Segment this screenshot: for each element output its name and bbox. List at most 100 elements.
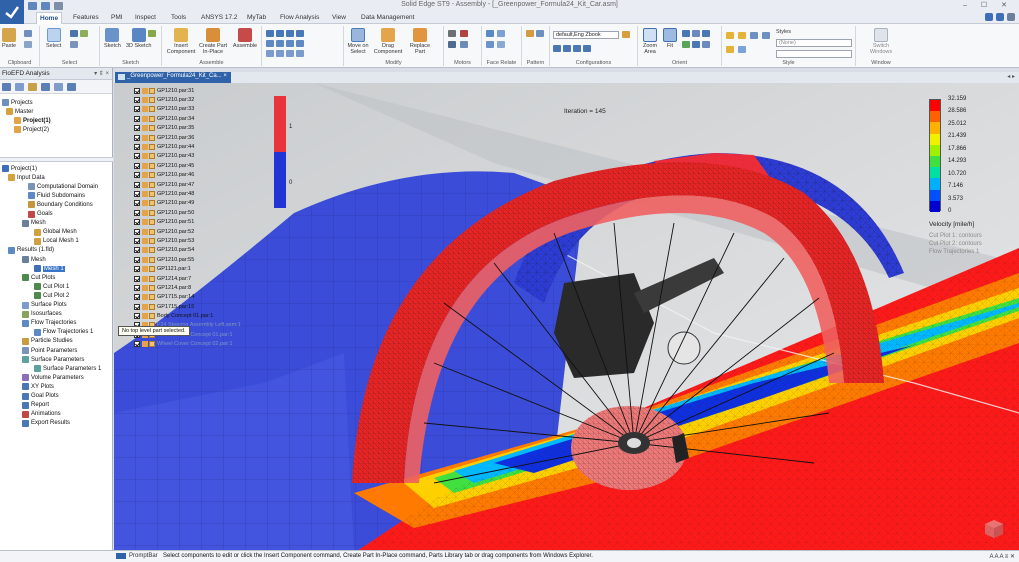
view-icon-2[interactable] — [692, 30, 700, 37]
analysis-tree-item[interactable]: Volume Parameters — [22, 373, 84, 382]
view-icon-1[interactable] — [682, 30, 690, 37]
relate-icon-12[interactable] — [296, 50, 304, 57]
menu-icon[interactable] — [1007, 13, 1015, 21]
panel-tool-icon-4[interactable] — [41, 83, 50, 91]
analysis-tree-item[interactable]: Boundary Conditions — [28, 200, 93, 209]
relate-icon-4[interactable] — [296, 30, 304, 37]
relate-icon-11[interactable] — [286, 50, 294, 57]
motor-icon-2[interactable] — [460, 30, 468, 37]
assembly-list-item[interactable]: GP1210.par:33 — [134, 105, 260, 114]
panel-tool-icon-2[interactable] — [15, 83, 24, 91]
analysis-tree-item[interactable]: Input Data — [8, 173, 45, 182]
analysis-tree-item[interactable]: Fluid Subdomains — [28, 191, 85, 200]
assembly-list-item[interactable]: GP1210.par:52 — [134, 227, 260, 236]
tab-inspect[interactable]: Inspect — [132, 14, 159, 21]
visible-edges-icon[interactable] — [762, 32, 770, 39]
assembly-list-item[interactable]: GP1210.par:35 — [134, 124, 260, 133]
visibility-checkbox[interactable] — [134, 97, 140, 104]
project-tree-item[interactable]: Master — [6, 107, 33, 116]
select-filter-icon[interactable] — [70, 30, 78, 37]
fit-button[interactable]: Fit — [662, 28, 678, 49]
visibility-checkbox[interactable] — [134, 266, 140, 273]
visibility-checkbox[interactable] — [134, 162, 140, 169]
sketch-button[interactable]: Sketch — [104, 28, 121, 49]
copy-icon[interactable] — [24, 41, 32, 48]
assembly-list-item[interactable]: GP1214.par:7 — [134, 274, 260, 283]
assembly-list-item[interactable]: GP1715.par:15 — [134, 302, 260, 311]
visibility-checkbox[interactable] — [134, 284, 140, 291]
tab-pmi[interactable]: PMI — [108, 14, 126, 21]
tab-flow-analysis[interactable]: Flow Analysis — [277, 14, 322, 21]
analysis-tree-item[interactable]: Animations — [22, 410, 61, 419]
window-controls[interactable]: – ☐ ✕ — [963, 1, 1013, 9]
analysis-tree-item[interactable]: Global Mesh — [34, 228, 77, 237]
drag-component-button[interactable]: Drag Component — [374, 28, 402, 55]
replace-part-button[interactable]: Replace Part — [408, 28, 432, 55]
assembly-list-item[interactable]: GP1121.par:1 — [134, 264, 260, 273]
options-icon[interactable] — [996, 13, 1004, 21]
panel-tool-icon-1[interactable] — [2, 83, 11, 91]
analysis-tree-item[interactable]: Flow Trajectories — [22, 319, 76, 328]
relate-icon-1[interactable] — [266, 30, 274, 37]
style-select[interactable]: (None) — [776, 39, 852, 47]
style-icon-6[interactable] — [738, 46, 746, 53]
visibility-checkbox[interactable] — [134, 341, 140, 348]
status-controls[interactable]: A A A ≡ ✕ — [989, 553, 1015, 560]
shaded-edges-icon[interactable] — [738, 32, 746, 39]
create-part-button[interactable]: Create Part In-Place — [198, 28, 228, 55]
assembly-list-item[interactable]: GP1210.par:36 — [134, 133, 260, 142]
assembly-list-item[interactable]: GP1210.par:50 — [134, 208, 260, 217]
analysis-tree-item[interactable]: Surface Parameters — [22, 355, 84, 364]
visibility-checkbox[interactable] — [134, 303, 140, 310]
visibility-checkbox[interactable] — [134, 106, 140, 113]
mirror-icon[interactable] — [536, 30, 544, 37]
assembly-list-item[interactable]: GP1210.par:51 — [134, 217, 260, 226]
help-icon[interactable] — [985, 13, 993, 21]
visibility-checkbox[interactable] — [134, 209, 140, 216]
assembly-list-item[interactable]: GP1210.par:53 — [134, 236, 260, 245]
visibility-checkbox[interactable] — [134, 153, 140, 160]
display-config-icon-3[interactable] — [573, 45, 581, 52]
relate-icon-9[interactable] — [266, 50, 274, 57]
tab-data-management[interactable]: Data Management — [358, 14, 417, 21]
analysis-tree-item[interactable]: Export Results — [22, 419, 70, 428]
visibility-checkbox[interactable] — [134, 115, 140, 122]
zoom-area-button[interactable]: Zoom Area — [640, 28, 660, 55]
analysis-tree-item[interactable]: Mesh 1 — [34, 264, 65, 273]
assembly-list-item[interactable]: Wheel Cover Concept 02.par:1 — [134, 340, 260, 349]
tab-mytab[interactable]: MyTab — [244, 14, 269, 21]
relate-icon-10[interactable] — [276, 50, 284, 57]
assembly-list-item[interactable]: GP1210.par:32 — [134, 95, 260, 104]
face-relate-icon-2[interactable] — [497, 30, 505, 37]
application-button[interactable] — [0, 0, 24, 24]
view-cube-icon[interactable] — [983, 518, 1005, 540]
analysis-tree-item[interactable]: Report — [22, 401, 49, 410]
analysis-tree-item[interactable]: Local Mesh 1 — [34, 237, 79, 246]
project-tree-item[interactable]: Project(2) — [14, 125, 49, 134]
visibility-checkbox[interactable] — [134, 172, 140, 179]
visibility-checkbox[interactable] — [134, 200, 140, 207]
analysis-tree-item[interactable]: Mesh — [22, 219, 46, 228]
tab-scroll-arrows[interactable]: ◂ ▸ — [1007, 73, 1015, 80]
visibility-checkbox[interactable] — [134, 181, 140, 188]
assembly-list-item[interactable]: GP1715.par:14 — [134, 293, 260, 302]
assembly-list-item[interactable]: Body Concept 01.par:1 — [134, 311, 260, 320]
tab-home[interactable]: Home — [36, 12, 63, 24]
style-select-2[interactable] — [776, 50, 852, 58]
tab-tools[interactable]: Tools — [168, 14, 189, 21]
display-config-icon-4[interactable] — [583, 45, 591, 52]
analysis-tree-item[interactable]: Point Parameters — [22, 346, 77, 355]
analysis-tree-item[interactable]: Surface Parameters 1 — [34, 364, 101, 373]
document-tab[interactable]: _Greenpower_Formula24_Kit_Ca... × — [115, 72, 231, 83]
view-icon-3[interactable] — [702, 30, 710, 37]
configuration-icon[interactable] — [622, 31, 630, 38]
visibility-checkbox[interactable] — [134, 294, 140, 301]
visibility-checkbox[interactable] — [134, 219, 140, 226]
visibility-checkbox[interactable] — [134, 190, 140, 197]
tab-view[interactable]: View — [329, 14, 349, 21]
wireframe-icon[interactable] — [750, 32, 758, 39]
configuration-select[interactable]: default,Eng Zbook — [553, 31, 619, 39]
analysis-tree-item[interactable]: Goal Plots — [22, 392, 59, 401]
graphics-viewport[interactable]: GP1210.par:31 GP1210.par:32 GP1210.par:33 G… — [114, 83, 1019, 550]
panel-pin-controls[interactable]: ▾ ⇕ × — [94, 70, 109, 77]
